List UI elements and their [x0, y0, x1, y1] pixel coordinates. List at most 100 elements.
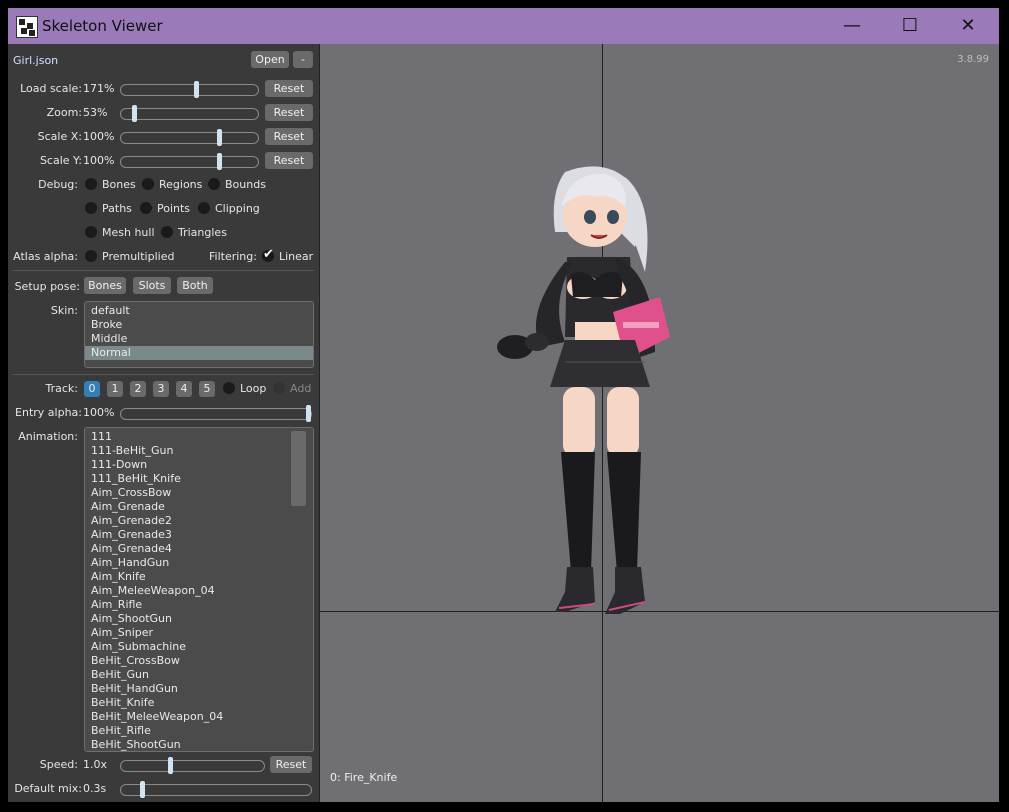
- skin-list[interactable]: default Broke Middle Normal: [84, 301, 314, 368]
- minimize-button[interactable]: —: [823, 8, 881, 44]
- animation-status: 0: Fire_Knife: [330, 771, 398, 784]
- skin-item[interactable]: Normal: [85, 346, 313, 360]
- controls-panel: Girl.json Open - Load scale: 171% Reset …: [8, 44, 321, 802]
- animation-item[interactable]: BeHit_Rifle: [85, 724, 313, 738]
- entry-alpha-knob[interactable]: [306, 405, 311, 422]
- speed-slider[interactable]: [120, 757, 265, 774]
- skin-item[interactable]: default: [85, 304, 313, 318]
- track-5-button[interactable]: 5: [199, 381, 215, 397]
- animation-item[interactable]: Aim_Knife: [85, 570, 313, 584]
- track-2-button[interactable]: 2: [130, 381, 146, 397]
- setup-slots-button[interactable]: Slots: [133, 277, 171, 294]
- debug-bounds-checkbox[interactable]: [208, 178, 220, 190]
- scale-y-knob[interactable]: [217, 153, 223, 170]
- animation-item[interactable]: BeHit_Knife: [85, 696, 313, 710]
- scale-y-reset-button[interactable]: Reset: [265, 152, 313, 169]
- debug-regions-label: Regions: [159, 178, 203, 191]
- scale-y-label: Scale Y:: [39, 154, 82, 167]
- maximize-button[interactable]: ☐: [881, 8, 939, 44]
- debug-bounds-label: Bounds: [225, 178, 266, 191]
- animation-item[interactable]: Aim_HandGun: [85, 556, 313, 570]
- animation-item[interactable]: Aim_Submachine: [85, 640, 313, 654]
- track-1-button[interactable]: 1: [107, 381, 123, 397]
- load-scale-label: Load scale:: [20, 82, 82, 95]
- animation-item[interactable]: BeHit_ShootGun: [85, 738, 313, 751]
- animation-item[interactable]: Aim_Grenade: [85, 500, 313, 514]
- scale-x-reset-button[interactable]: Reset: [265, 128, 313, 145]
- open-button[interactable]: Open: [251, 51, 289, 68]
- speed-knob[interactable]: [167, 757, 173, 774]
- speed-value: 1.0x: [83, 758, 108, 771]
- animation-list[interactable]: 111 111-BeHit_Gun 111-Down 111_BeHit_Knife A…: [84, 427, 314, 752]
- setup-both-button[interactable]: Both: [177, 277, 213, 294]
- animation-item[interactable]: 111_BeHit_Knife: [85, 472, 313, 486]
- debug-mesh-hull-checkbox[interactable]: [85, 226, 97, 238]
- zoom-slider[interactable]: [120, 105, 259, 122]
- debug-points-label: Points: [157, 202, 191, 215]
- skin-item[interactable]: Broke: [85, 318, 313, 332]
- zoom-knob[interactable]: [131, 105, 137, 122]
- debug-paths-checkbox[interactable]: [85, 202, 97, 214]
- scale-y-value: 100%: [83, 154, 115, 167]
- load-scale-knob[interactable]: [193, 81, 199, 98]
- default-mix-slider[interactable]: [120, 781, 312, 798]
- debug-points-checkbox[interactable]: [140, 202, 152, 214]
- loop-checkbox[interactable]: [223, 382, 235, 394]
- debug-regions-checkbox[interactable]: [142, 178, 154, 190]
- debug-label: Debug:: [38, 178, 78, 191]
- animation-item[interactable]: BeHit_HandGun: [85, 682, 313, 696]
- track-label: Track:: [45, 382, 79, 395]
- default-mix-value: 0.3s: [83, 782, 107, 795]
- animation-label: Animation:: [18, 430, 78, 443]
- animation-item[interactable]: 111-Down: [85, 458, 313, 472]
- animation-item[interactable]: Aim_CrossBow: [85, 486, 313, 500]
- scale-x-slider[interactable]: [120, 129, 259, 146]
- app-icon: [16, 16, 38, 38]
- default-mix-knob[interactable]: [139, 781, 145, 798]
- track-4-button[interactable]: 4: [176, 381, 192, 397]
- entry-alpha-slider[interactable]: [120, 405, 312, 422]
- load-scale-reset-button[interactable]: Reset: [265, 80, 313, 97]
- animation-item[interactable]: Aim_Grenade4: [85, 542, 313, 556]
- animation-item[interactable]: Aim_Sniper: [85, 626, 313, 640]
- default-mix-label: Default mix:: [14, 782, 82, 795]
- loop-label: Loop: [240, 382, 267, 395]
- filtering-label: Filtering:: [209, 250, 257, 263]
- animation-item[interactable]: Aim_Grenade3: [85, 528, 313, 542]
- setup-bones-button[interactable]: Bones: [84, 277, 126, 294]
- speed-reset-button[interactable]: Reset: [270, 756, 312, 773]
- animation-item[interactable]: Aim_Grenade2: [85, 514, 313, 528]
- animation-item[interactable]: Aim_Rifle: [85, 598, 313, 612]
- skin-item[interactable]: Middle: [85, 332, 313, 346]
- zoom-reset-button[interactable]: Reset: [265, 104, 313, 121]
- file-name: Girl.json: [13, 54, 59, 67]
- animation-scrollbar[interactable]: [291, 431, 306, 506]
- titlebar-bar[interactable]: Skeleton Viewer — ☐ ✕: [8, 8, 999, 44]
- linear-checkbox[interactable]: [262, 247, 274, 262]
- track-0-button[interactable]: 0: [84, 381, 100, 397]
- collapse-button[interactable]: -: [293, 51, 313, 68]
- debug-bones-checkbox[interactable]: [85, 178, 97, 190]
- premultiplied-label: Premultiplied: [102, 250, 175, 263]
- scale-x-label: Scale X:: [37, 130, 82, 143]
- scale-x-knob[interactable]: [217, 129, 223, 146]
- animation-item[interactable]: 111-BeHit_Gun: [85, 444, 313, 458]
- skeleton-viewport[interactable]: 3.8.99 0: Fire_Knife: [320, 44, 999, 802]
- add-checkbox[interactable]: [273, 382, 285, 394]
- debug-triangles-checkbox[interactable]: [161, 226, 173, 238]
- debug-clipping-label: Clipping: [215, 202, 260, 215]
- animation-item[interactable]: BeHit_CrossBow: [85, 654, 313, 668]
- premultiplied-checkbox[interactable]: [85, 250, 97, 262]
- animation-item[interactable]: Aim_ShootGun: [85, 612, 313, 626]
- scale-y-slider[interactable]: [120, 153, 259, 170]
- close-button[interactable]: ✕: [939, 8, 997, 44]
- animation-item[interactable]: BeHit_Gun: [85, 668, 313, 682]
- load-scale-slider[interactable]: [120, 81, 259, 98]
- speed-label: Speed:: [39, 758, 78, 771]
- debug-clipping-checkbox[interactable]: [198, 202, 210, 214]
- track-3-button[interactable]: 3: [153, 381, 169, 397]
- debug-triangles-label: Triangles: [178, 226, 227, 239]
- animation-item[interactable]: Aim_MeleeWeapon_04: [85, 584, 313, 598]
- animation-item[interactable]: BeHit_MeleeWeapon_04: [85, 710, 313, 724]
- animation-item[interactable]: 111: [85, 430, 313, 444]
